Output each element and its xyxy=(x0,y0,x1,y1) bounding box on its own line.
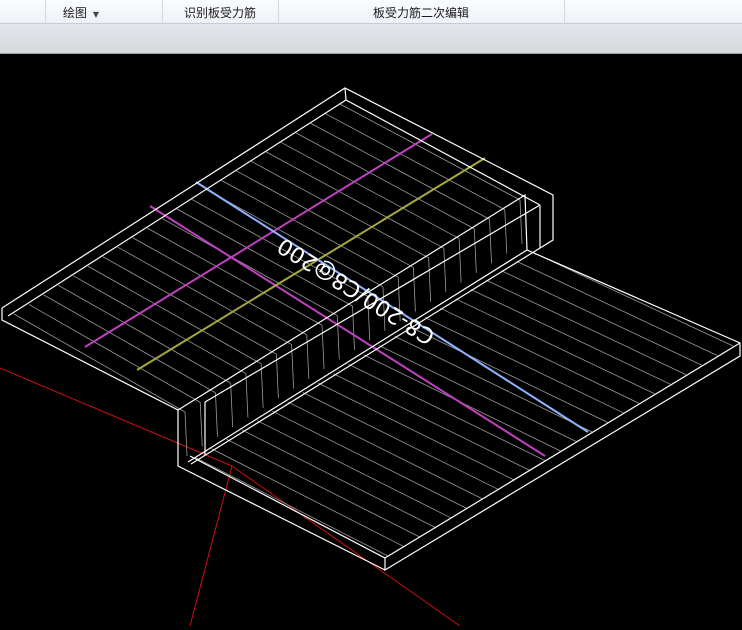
rebar-line xyxy=(458,238,462,283)
magenta-rebar xyxy=(149,205,546,457)
lower-slab-edge xyxy=(384,342,741,559)
rebar-line xyxy=(87,265,262,365)
coordinate-axes xyxy=(0,367,461,627)
highlighted-rebars xyxy=(84,133,589,457)
rebar-line xyxy=(215,392,218,437)
rebar-lines xyxy=(13,103,734,557)
rebar-line xyxy=(245,373,249,418)
toolbar-divider xyxy=(564,0,565,24)
lower-slab-edge xyxy=(384,249,741,572)
ribbon-strip xyxy=(0,24,742,54)
rebar-line xyxy=(413,267,416,312)
rebar-line xyxy=(230,383,234,428)
rebar-line xyxy=(339,103,521,201)
rebar-line xyxy=(184,411,188,457)
rebar-line xyxy=(336,315,340,360)
toolbar-divider xyxy=(45,0,46,24)
rebar-line xyxy=(43,294,216,394)
rebar-line xyxy=(473,228,477,273)
rebar-line xyxy=(504,209,508,254)
rebar-line xyxy=(352,305,355,351)
rebar-line xyxy=(489,219,492,264)
top-toolbar: 绘图 ▼ 识别板受力筋 板受力筋二次编辑 xyxy=(0,0,742,24)
slab-rebar-secondary-edit-button[interactable]: 板受力筋二次编辑 xyxy=(367,4,475,21)
rebar-line xyxy=(260,363,264,408)
3d-viewport[interactable]: C8-200/C8@200 xyxy=(0,54,742,627)
lower-slab-edge xyxy=(189,455,386,559)
rebar-line xyxy=(443,248,447,293)
rebar-line xyxy=(236,170,414,268)
rebar-line xyxy=(199,402,203,447)
slab-3d-model: C8-200/C8@200 xyxy=(0,87,741,627)
draw-menu-area: 绘图 ▼ xyxy=(0,0,162,24)
identify-area: 识别板受力筋 xyxy=(162,0,278,24)
rebar-line xyxy=(13,313,186,413)
rebar-line xyxy=(428,257,432,302)
upper-slab-inner-edge xyxy=(345,99,541,206)
draw-menu-label: 绘图 xyxy=(62,5,87,20)
rebar-line xyxy=(519,199,523,245)
rebar-line xyxy=(275,354,279,399)
upper-slab-inner-edge xyxy=(7,99,347,317)
identify-slab-rebar-button[interactable]: 识别板受力筋 xyxy=(178,4,262,21)
rebar-line xyxy=(102,256,277,355)
rebar-line xyxy=(58,285,231,384)
chevron-down-icon: ▼ xyxy=(92,9,100,19)
draw-menu-button[interactable]: 绘图 ▼ xyxy=(57,4,105,21)
rebar-line xyxy=(73,275,247,374)
upper-slab-corner-edge xyxy=(344,87,347,101)
rebar-line xyxy=(28,304,201,403)
edit-area: 板受力筋二次编辑 xyxy=(278,0,564,24)
